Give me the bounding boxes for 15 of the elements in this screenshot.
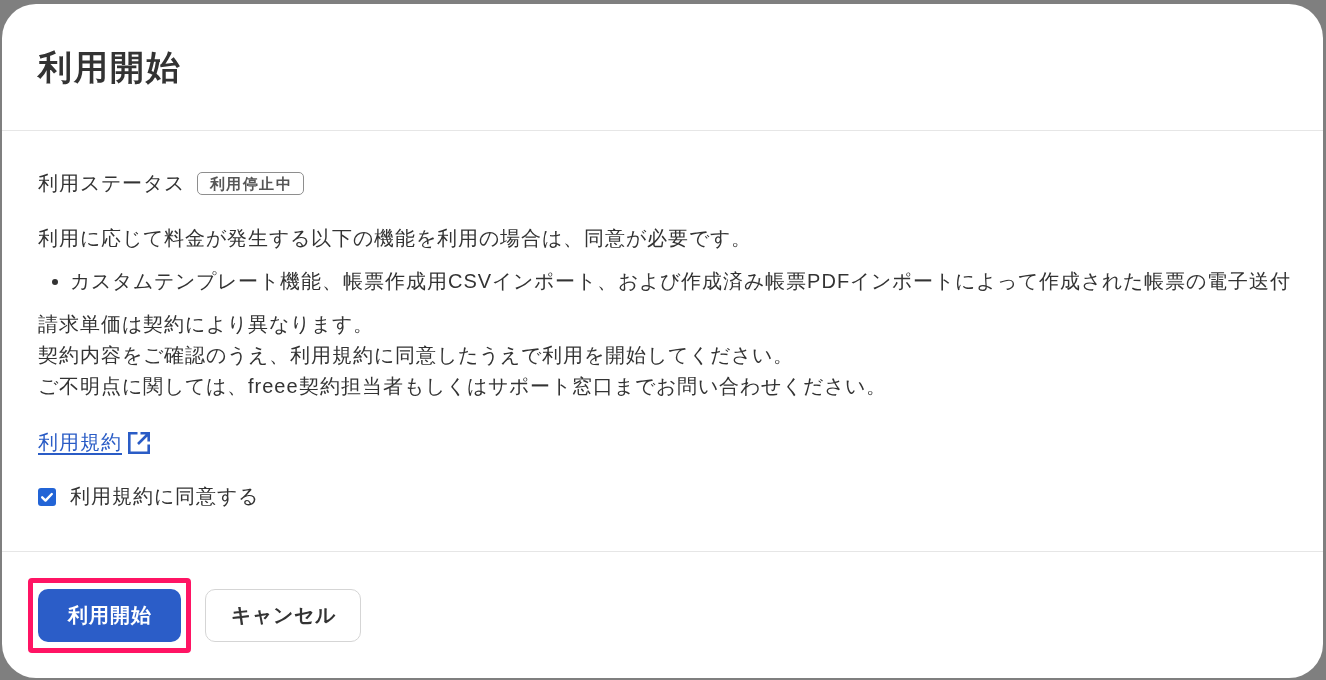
terms-link[interactable]: 利用規約 bbox=[38, 427, 122, 458]
status-label: 利用ステータス bbox=[38, 170, 185, 196]
note-text: 請求単価は契約により異なります。 bbox=[38, 312, 375, 337]
start-button[interactable]: 利用開始 bbox=[38, 588, 181, 642]
note-text: 契約内容をご確認のうえ、利用規約に同意したうえで利用を開始してください。 bbox=[38, 343, 795, 368]
external-link-icon[interactable] bbox=[127, 430, 151, 455]
dialog-title: 利用開始 bbox=[38, 47, 182, 88]
cancel-button[interactable]: キャンセル bbox=[205, 588, 361, 642]
notice-text: 利用に応じて料金が発生する以下の機能を利用の場合は、同意が必要です。 bbox=[38, 226, 752, 251]
bullet-icon bbox=[52, 279, 58, 285]
feature-item: カスタムテンプレート機能、帳票作成用CSVインポート、および作成済み帳票PDFインポートによって作成された帳票の電子送付 bbox=[70, 269, 1292, 294]
status-badge: 利用停止中 bbox=[197, 171, 304, 195]
agree-label: 利用規約に同意する bbox=[70, 484, 259, 509]
note-text: ご不明点に関しては、freee契約担当者もしくはサポート窓口までお問い合わせください。 bbox=[38, 374, 887, 399]
agree-checkbox[interactable] bbox=[38, 487, 56, 506]
